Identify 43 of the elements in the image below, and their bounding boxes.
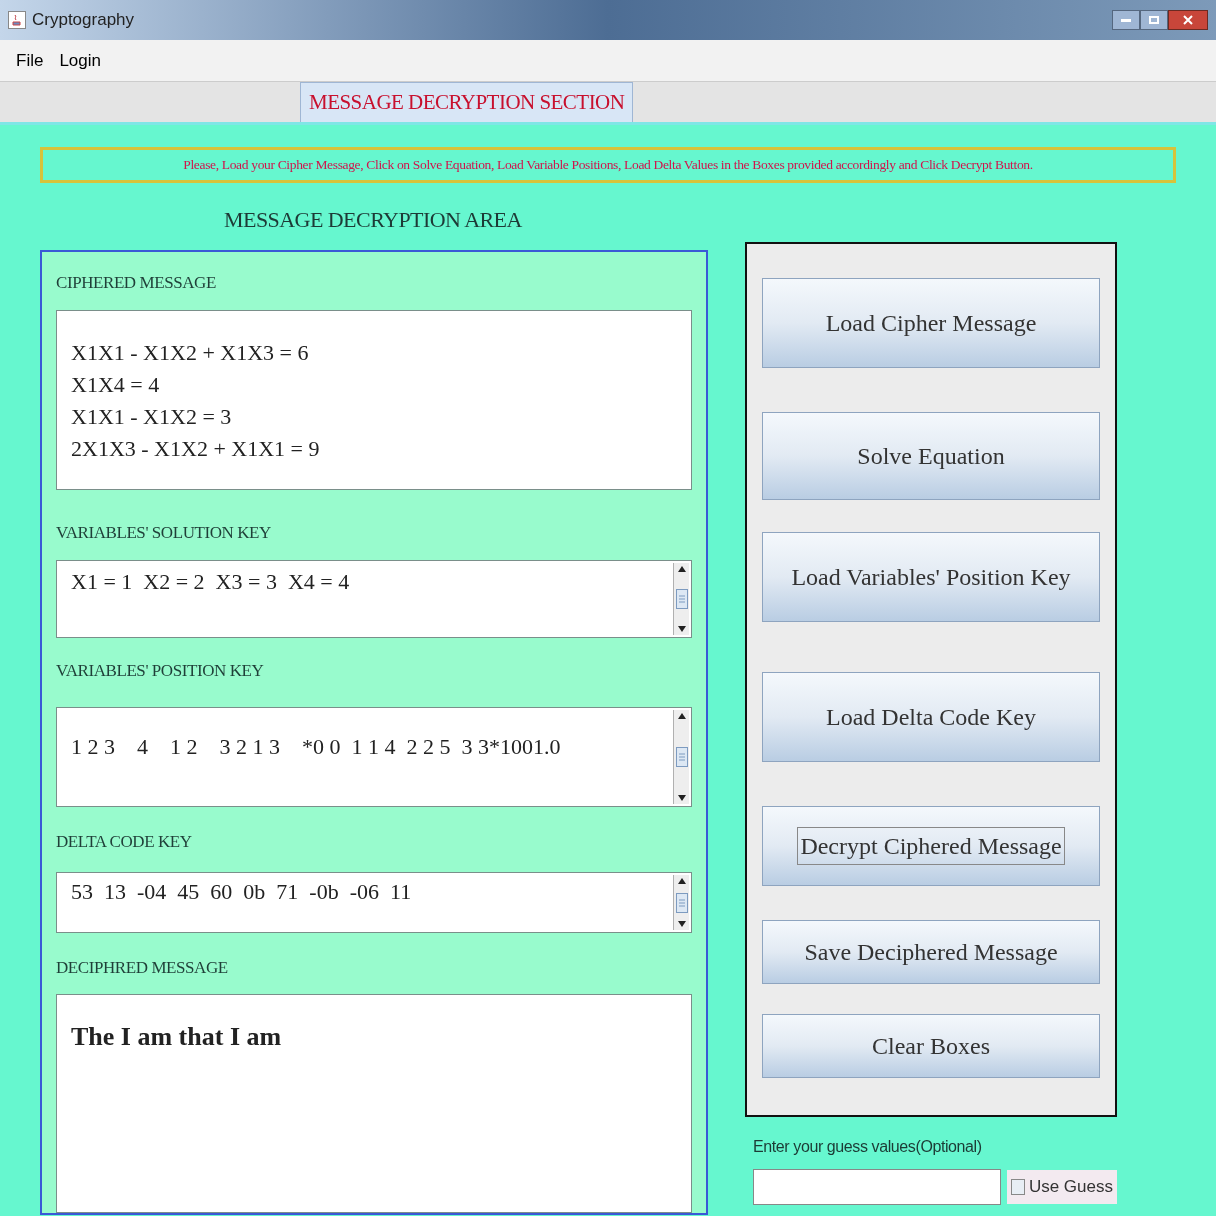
scroll-up-icon[interactable]	[676, 565, 687, 573]
window-title: Cryptography	[32, 9, 135, 32]
action-button[interactable]: Load Delta Code Key	[762, 672, 1100, 762]
text-area-field[interactable]: 53 13 -04 45 60 0b 71 -0b -06 11	[56, 872, 692, 933]
scroll-thumb-icon[interactable]	[675, 588, 688, 609]
text-area-field[interactable]: X1 = 1 X2 = 2 X3 = 3 X4 = 4	[56, 560, 692, 638]
instruction-banner: Please, Load your Cipher Message, Click on Solve Equation, Load Variable Positions, Load Delta Values in the Boxes provided accordingly and Click Decrypt Button.	[40, 147, 1176, 183]
field-label: DECIPHRED MESSAGE	[56, 956, 229, 979]
text-area-field[interactable]: X1X1 - X1X2 + X1X3 = 6 X1X4 = 4 X1X1 - X1X2 = 3 2X1X3 - X1X2 + X1X1 = 9	[56, 309, 692, 491]
use-guess-checkbox[interactable]: Use Guess	[1006, 1170, 1117, 1204]
action-button[interactable]: Load Variables' Position Key	[762, 532, 1100, 622]
guess-label: Enter your guess values(Optional)	[753, 1137, 983, 1157]
action-button[interactable]: Load Cipher Message	[762, 278, 1100, 368]
scrollbar[interactable]	[673, 875, 689, 930]
action-button[interactable]: Clear Boxes	[762, 1014, 1100, 1078]
java-cup-icon	[8, 11, 26, 29]
field-label: DELTA CODE KEY	[56, 830, 193, 853]
scroll-down-icon[interactable]	[676, 793, 687, 802]
scroll-down-icon[interactable]	[676, 624, 687, 633]
text-area-field[interactable]: The I am that I am	[56, 994, 692, 1213]
field-label: VARIABLES' SOLUTION KEY	[56, 522, 272, 545]
scroll-up-icon[interactable]	[676, 712, 687, 721]
menu-item[interactable]: Login	[59, 47, 101, 74]
area-title: MESSAGE DECRYPTION AREA	[224, 206, 523, 234]
field-label: VARIABLES' POSITION KEY	[56, 659, 265, 682]
text-area-field[interactable]: 1 2 3 4 1 2 3 2 1 3 *0 0 1 1 4 2 2 5 3 3*1001.0	[56, 707, 692, 807]
scrollbar[interactable]	[673, 710, 689, 804]
scrollbar[interactable]	[673, 563, 689, 635]
action-button[interactable]: Decrypt Ciphered Message	[762, 806, 1100, 886]
field-label: CIPHERED MESSAGE	[56, 272, 217, 294]
scroll-up-icon[interactable]	[676, 877, 687, 886]
action-button[interactable]: Save Deciphered Message	[762, 920, 1100, 984]
guess-input[interactable]	[753, 1169, 1001, 1205]
menu-item[interactable]: File	[16, 47, 44, 74]
scroll-thumb-icon[interactable]	[675, 747, 688, 767]
maximize-button[interactable]	[1140, 10, 1168, 30]
scroll-down-icon[interactable]	[676, 919, 687, 928]
tab[interactable]: MESSAGE DECRYPTION SECTION	[300, 82, 634, 122]
close-icon	[1183, 15, 1193, 25]
scroll-thumb-icon[interactable]	[675, 892, 688, 913]
action-button[interactable]: Solve Equation	[762, 412, 1100, 500]
close-button[interactable]	[1168, 10, 1208, 30]
minimize-button[interactable]	[1112, 10, 1140, 30]
